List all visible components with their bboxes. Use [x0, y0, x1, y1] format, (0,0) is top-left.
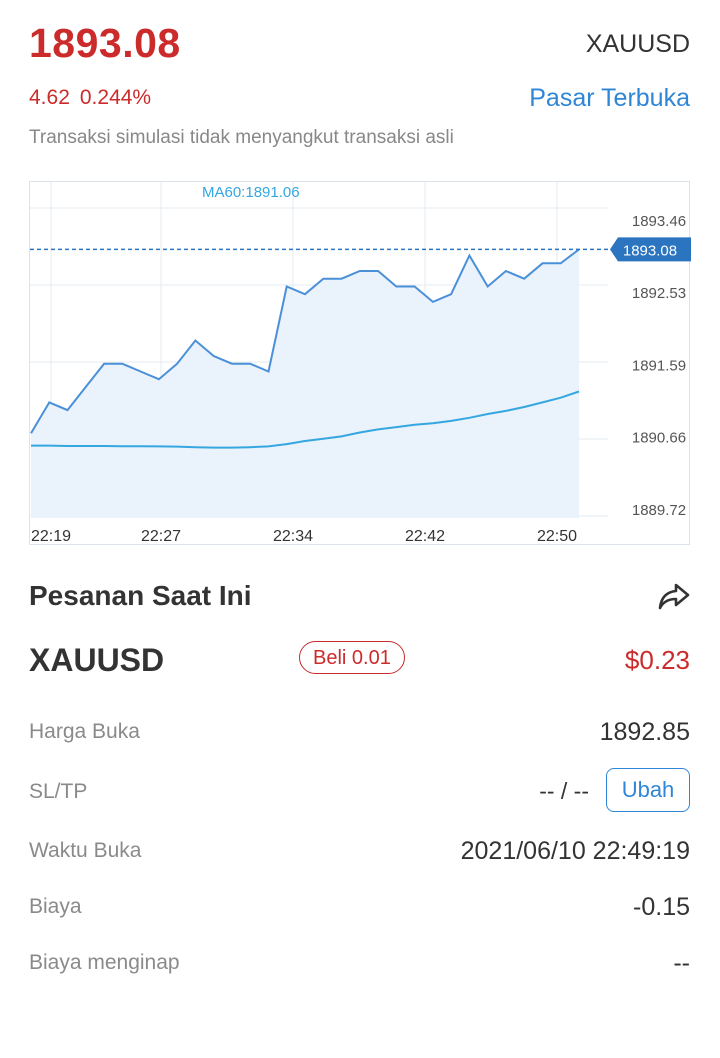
x-tick-label: 22:27 — [141, 528, 181, 545]
current-price-tag: 1893.08 — [610, 237, 691, 262]
sltp-value: -- / -- — [539, 778, 589, 804]
simulation-disclaimer: Transaksi simulasi tidak menyangkut tran… — [29, 127, 454, 148]
x-tick-label: 22:50 — [537, 528, 577, 545]
market-status: Pasar Terbuka — [529, 84, 690, 112]
edit-sltp-button[interactable]: Ubah — [606, 768, 690, 812]
share-icon[interactable] — [655, 577, 693, 615]
x-tick-label: 22:19 — [31, 528, 71, 545]
order-side-badge: Beli 0.01 — [299, 641, 405, 674]
fee-value: -0.15 — [633, 893, 690, 921]
fee-label: Biaya — [29, 895, 82, 918]
open-price-label: Harga Buka — [29, 720, 140, 743]
swap-value: -- — [673, 949, 690, 977]
current-price-tag-label: 1893.08 — [623, 242, 677, 259]
x-tick-label: 22:34 — [273, 528, 313, 545]
y-tick-label: 1889.72 — [632, 502, 686, 519]
price-change-value: 4.62 — [29, 86, 70, 109]
sltp-label: SL/TP — [29, 780, 88, 803]
y-tick-label: 1891.59 — [632, 358, 686, 375]
ma60-label: MA60:1891.06 — [202, 184, 300, 201]
price-change-percent: 0.244% — [79, 86, 152, 109]
order-profit: $0.23 — [624, 645, 690, 675]
current-price: 1893.08 — [29, 20, 181, 66]
order-symbol: XAUUSD — [29, 642, 165, 678]
price-chart-svg[interactable]: 1893.46 1892.53 1891.59 1890.66 1889.72 22:1… — [30, 182, 691, 546]
y-tick-label: 1890.66 — [632, 429, 686, 446]
current-orders-title: Pesanan Saat Ini — [29, 580, 252, 611]
price-area-fill — [31, 249, 579, 518]
open-time-value: 2021/06/10 22:49:19 — [460, 837, 690, 865]
y-tick-label: 1892.53 — [632, 285, 686, 302]
price-chart[interactable]: 1893.46 1892.53 1891.59 1890.66 1889.72 22:1… — [29, 181, 691, 546]
open-price-value: 1892.85 — [599, 718, 690, 746]
symbol-title: XAUUSD — [585, 30, 690, 58]
open-time-label: Waktu Buka — [29, 839, 142, 862]
x-tick-label: 22:42 — [405, 528, 445, 545]
y-tick-label: 1893.46 — [632, 213, 686, 230]
swap-label: Biaya menginap — [29, 951, 180, 974]
price-change: 4.62 0.244% — [29, 86, 151, 110]
